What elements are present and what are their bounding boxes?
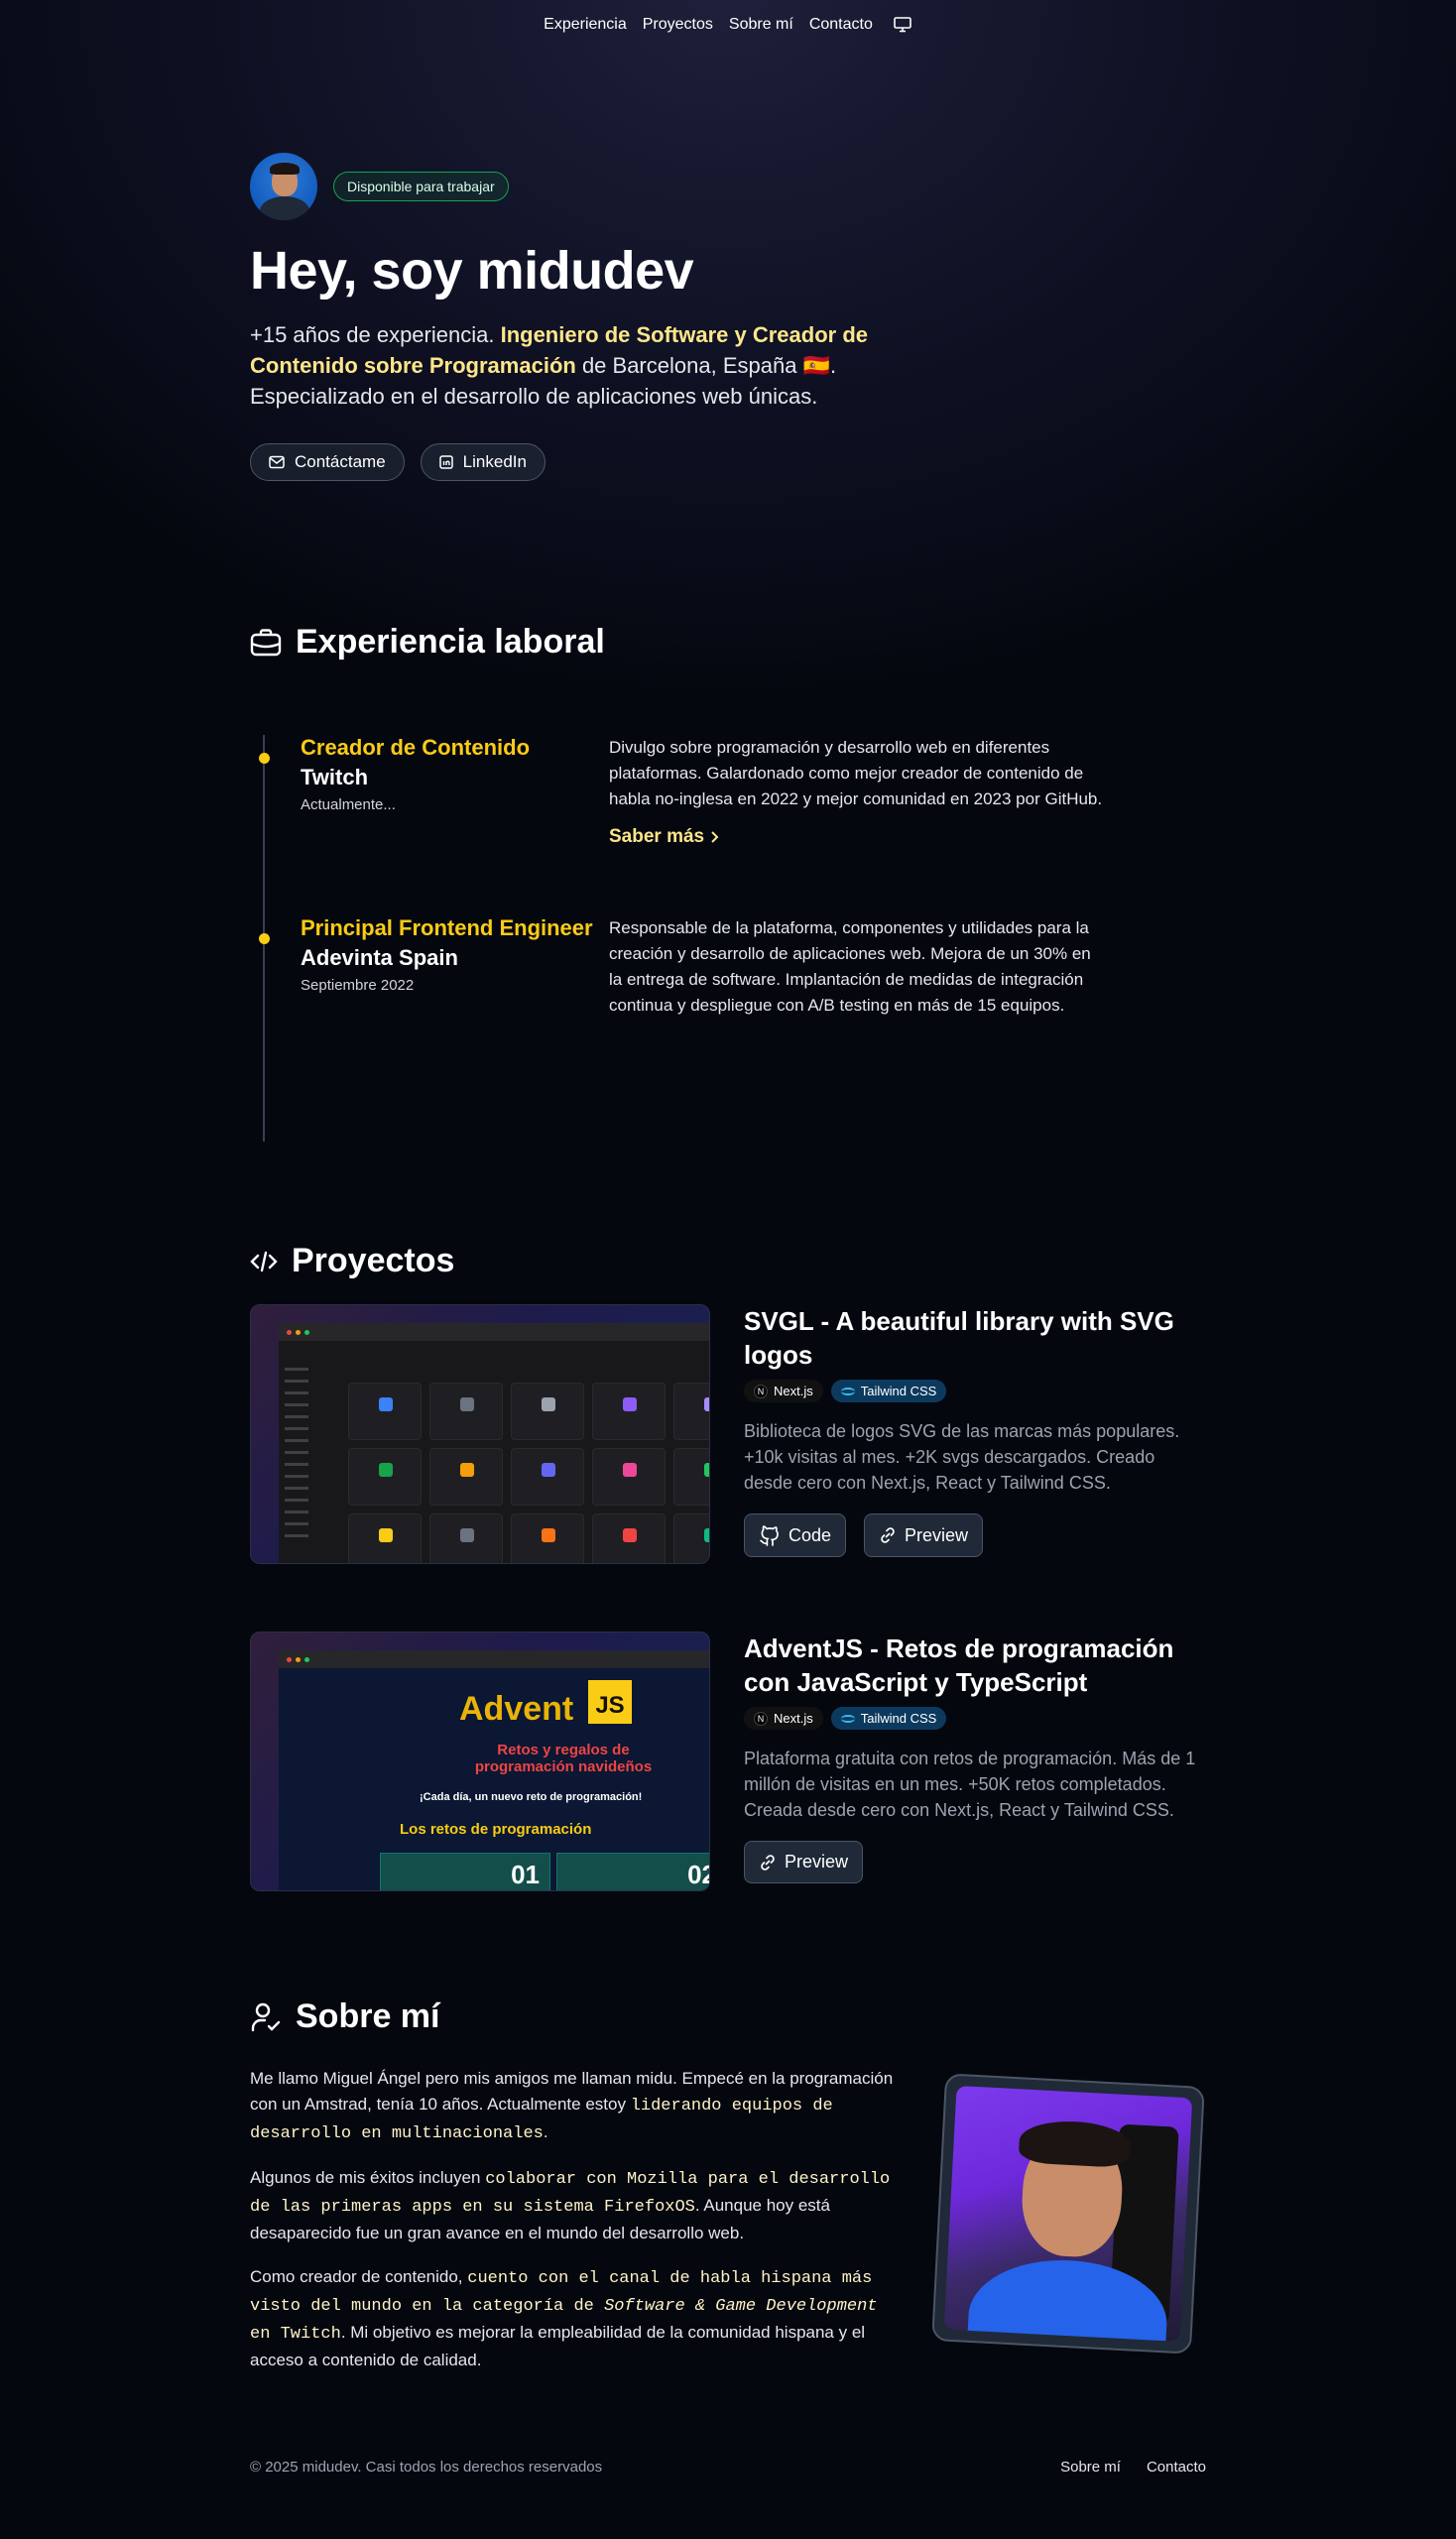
job-description: Divulgo sobre programación y desarrollo … [609,738,1103,808]
footer: © 2025 midudev. Casi todos los derechos … [250,2459,1206,2476]
nav-proyectos[interactable]: Proyectos [643,16,713,34]
nextjs-tag: N Next.js [744,1707,823,1730]
linkedin-icon [438,455,453,469]
chevron-right-icon [711,831,719,843]
nav-contacto[interactable]: Contacto [809,16,873,34]
briefcase-icon [250,628,282,656]
nextjs-icon: N [754,1384,768,1398]
about-section: Sobre mí Me llamo Miguel Ángel pero mis … [250,1997,1206,2391]
job-company: Adevinta Spain [301,945,458,970]
mail-icon [269,455,285,469]
tailwind-tag: Tailwind CSS [830,1380,947,1402]
contact-button[interactable]: Contáctame [250,443,405,481]
preview-button[interactable]: Preview [864,1513,984,1557]
linkedin-button[interactable]: LinkedIn [420,443,546,481]
link-icon [761,1854,775,1871]
nav-experiencia[interactable]: Experiencia [544,16,627,34]
project-title: AdventJS - Retos de programación con Jav… [744,1633,1174,1697]
job-role: Principal Frontend Engineer [301,915,593,940]
job-date: Actualmente... [301,796,396,813]
timeline-dot [259,753,270,764]
spain-flag-icon: 🇪🇸 [802,353,830,378]
avatar [250,153,317,220]
copyright: © 2025 midudev. Casi todos los derechos … [250,2459,603,2476]
footer-link-sobre-mi[interactable]: Sobre mí [1060,2459,1121,2476]
job-item: Creador de Contenido Twitch Actualmente.… [250,735,1206,850]
job-description: Responsable de la plataforma, componente… [609,918,1091,1015]
project-card: Advent JS Retos y regalos de programació… [250,1632,1206,1891]
top-nav: Experiencia Proyectos Sobre mí Contacto [0,16,1456,34]
tailwind-icon [840,1714,855,1723]
project-card: SVGL - A beautiful library with SVG logo… [250,1304,1206,1564]
experience-title: Experiencia laboral [250,623,1206,662]
job-company: Twitch [301,765,369,789]
tailwind-tag: Tailwind CSS [830,1707,947,1730]
experience-section: Experiencia laboral Creador de Contenido… [250,623,1206,1142]
project-title: SVGL - A beautiful library with SVG logo… [744,1306,1174,1370]
about-title: Sobre mí [250,1997,1206,2036]
job-role: Creador de Contenido [301,735,531,760]
projects-title: Proyectos [250,1242,1206,1280]
profile-photo [931,2073,1205,2355]
preview-button[interactable]: Preview [744,1841,864,1883]
user-check-icon [251,2002,281,2031]
nav-sobre-mi[interactable]: Sobre mí [729,16,793,34]
hero-lead: +15 años de experiencia. Ingeniero de So… [250,322,869,409]
project-screenshot[interactable] [250,1304,710,1564]
tailwind-icon [840,1387,855,1395]
about-paragraph: Algunos de mis éxitos incluyen colaborar… [250,2168,891,2242]
nextjs-icon: N [754,1711,768,1726]
hero-title: Hey, soy midudev [250,241,694,301]
project-description: Plataforma gratuita con retos de program… [744,1749,1196,1820]
github-icon [760,1525,779,1546]
hero-section: Disponible para trabajar Hey, soy midude… [250,153,1206,481]
code-icon [250,1251,278,1271]
about-paragraph: Como creador de contenido, cuento con el… [250,2267,878,2369]
link-icon [881,1527,895,1543]
project-description: Biblioteca de logos SVG de las marcas má… [744,1421,1180,1493]
nextjs-tag: N Next.js [744,1380,823,1402]
about-paragraph: Me llamo Miguel Ángel pero mis amigos me… [250,2069,894,2143]
job-item: Principal Frontend Engineer Adevinta Spa… [250,915,1206,1019]
project-screenshot[interactable]: Advent JS Retos y regalos de programació… [250,1632,710,1891]
footer-link-contacto[interactable]: Contacto [1147,2459,1206,2476]
timeline-dot [259,933,270,944]
code-button[interactable]: Code [744,1513,847,1557]
saber-mas-link[interactable]: Saber más [609,824,720,850]
job-date: Septiembre 2022 [301,977,415,994]
available-badge: Disponible para trabajar [333,172,509,201]
monitor-icon[interactable] [893,17,912,33]
projects-section: Proyectos SVGL - A beautiful library wit… [250,1242,1206,1891]
